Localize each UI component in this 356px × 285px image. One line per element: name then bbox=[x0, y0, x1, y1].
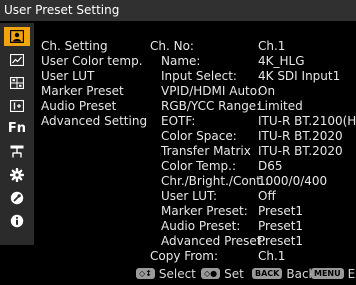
grid-marker-icon bbox=[10, 76, 24, 89]
param-row-transfer-matrix[interactable]: Transfer Matrix ITU-R BT.2020 bbox=[150, 144, 356, 159]
param-row-eotf[interactable]: EOTF: ITU-R BT.2100(HLG bbox=[150, 114, 356, 129]
channel-parameters: Ch. No: Ch.1 Name: 4K_HLG Input Select: … bbox=[150, 39, 356, 264]
param-value: 4K SDI Input1 bbox=[258, 69, 341, 83]
param-label: Name: bbox=[161, 54, 201, 68]
tab-maintenance[interactable] bbox=[4, 188, 30, 207]
back-key-badge: BACK bbox=[252, 268, 283, 279]
set-hint[interactable]: ◇● Set bbox=[201, 266, 244, 281]
title-bar: User Preset Setting bbox=[0, 0, 356, 21]
dial-rotate-key-icon: ◇↕ bbox=[136, 268, 155, 279]
param-value: Limited bbox=[258, 99, 303, 113]
param-label: VPID/HDMI Auto: bbox=[161, 84, 262, 98]
menu-item-ch-setting[interactable]: Ch. Setting bbox=[41, 39, 147, 54]
param-label: EOTF: bbox=[161, 114, 196, 128]
param-row-color-space[interactable]: Color Space: ITU-R BT.2020 bbox=[150, 129, 356, 144]
param-row-vpid-hdmi-auto[interactable]: VPID/HDMI Auto: On bbox=[150, 84, 356, 99]
param-row-user-lut[interactable]: User LUT: Off bbox=[150, 189, 356, 204]
page-title: User Preset Setting bbox=[4, 3, 120, 17]
param-value: ITU-R BT.2020 bbox=[258, 129, 343, 143]
tab-fn[interactable]: Fn bbox=[4, 119, 30, 138]
param-label: Chr./Bright./Cont.: bbox=[161, 174, 269, 188]
tab-information[interactable] bbox=[4, 211, 30, 230]
set-hint-label: Set bbox=[224, 266, 244, 281]
menu-item-audio-preset[interactable]: Audio Preset bbox=[41, 99, 147, 114]
param-label: User LUT: bbox=[161, 189, 218, 203]
param-row-marker-preset[interactable]: Marker Preset: Preset1 bbox=[150, 204, 356, 219]
tab-settings[interactable] bbox=[4, 165, 30, 184]
param-value: Ch.1 bbox=[258, 39, 286, 53]
param-value: Preset1 bbox=[258, 204, 304, 218]
tab-user-preset[interactable] bbox=[4, 27, 30, 46]
param-label: Ch. No: bbox=[150, 39, 194, 53]
param-label: Color Space: bbox=[161, 129, 237, 143]
network-icon bbox=[10, 145, 24, 158]
menu-item-user-lut[interactable]: User LUT bbox=[41, 69, 147, 84]
fn-icon: Fn bbox=[7, 121, 27, 136]
tc-icon bbox=[10, 99, 24, 112]
param-row-color-temp[interactable]: Color Temp.: D65 bbox=[150, 159, 356, 174]
param-label: Input Select: bbox=[161, 69, 237, 83]
param-value: Preset1 bbox=[258, 219, 304, 233]
param-value: D65 bbox=[258, 159, 283, 173]
preset-menu-list: Ch. Setting User Color temp. User LUT Ma… bbox=[41, 39, 147, 129]
param-value: ITU-R BT.2100(HLG bbox=[258, 114, 356, 128]
exit-hint-label: Exit bbox=[347, 266, 356, 281]
menu-item-user-color-temp[interactable]: User Color temp. bbox=[41, 54, 147, 69]
side-tab-bar: Fn bbox=[0, 23, 34, 245]
param-label: Transfer Matrix bbox=[161, 144, 251, 158]
menu-key-badge: MENU bbox=[311, 268, 344, 279]
back-hint[interactable]: BACK Back bbox=[252, 266, 316, 281]
user-preset-icon bbox=[10, 30, 24, 43]
dial-push-key-icon: ◇● bbox=[201, 268, 221, 279]
key-hint-bar: ◇↕ Select ◇● Set BACK Back MENU Exit bbox=[0, 245, 356, 285]
param-row-audio-preset[interactable]: Audio Preset: Preset1 bbox=[150, 219, 356, 234]
tab-tc[interactable] bbox=[4, 96, 30, 115]
menu-item-advanced-setting[interactable]: Advanced Setting bbox=[41, 114, 147, 129]
select-hint[interactable]: ◇↕ Select bbox=[136, 266, 196, 281]
param-value: 1000/0/400 bbox=[258, 174, 328, 188]
param-row-ch-no[interactable]: Ch. No: Ch.1 bbox=[150, 39, 356, 54]
param-value: On bbox=[258, 84, 276, 98]
recording-icon bbox=[10, 53, 24, 66]
gear-icon bbox=[10, 167, 24, 182]
tab-recording[interactable] bbox=[4, 50, 30, 69]
param-value: 4K_HLG bbox=[258, 54, 305, 68]
param-label: RGB/YCC Range: bbox=[161, 99, 261, 113]
param-row-input-select[interactable]: Input Select: 4K SDI Input1 bbox=[150, 69, 356, 84]
tab-grid-marker[interactable] bbox=[4, 73, 30, 92]
param-value: ITU-R BT.2020 bbox=[258, 144, 343, 158]
param-row-name[interactable]: Name: 4K_HLG bbox=[150, 54, 356, 69]
param-row-rgb-ycc-range[interactable]: RGB/YCC Range: Limited bbox=[150, 99, 356, 114]
param-label: Color Temp.: bbox=[161, 159, 236, 173]
param-row-chr-bright-cont[interactable]: Chr./Bright./Cont.: 1000/0/400 bbox=[150, 174, 356, 189]
select-hint-label: Select bbox=[158, 266, 196, 281]
param-value: Off bbox=[258, 189, 276, 203]
wrench-icon bbox=[10, 191, 24, 205]
param-label: Marker Preset: bbox=[161, 204, 248, 218]
info-icon bbox=[10, 214, 24, 228]
exit-hint[interactable]: MENU Exit bbox=[311, 266, 356, 281]
param-label: Audio Preset: bbox=[161, 219, 241, 233]
menu-item-marker-preset[interactable]: Marker Preset bbox=[41, 84, 147, 99]
tab-network[interactable] bbox=[4, 142, 30, 161]
